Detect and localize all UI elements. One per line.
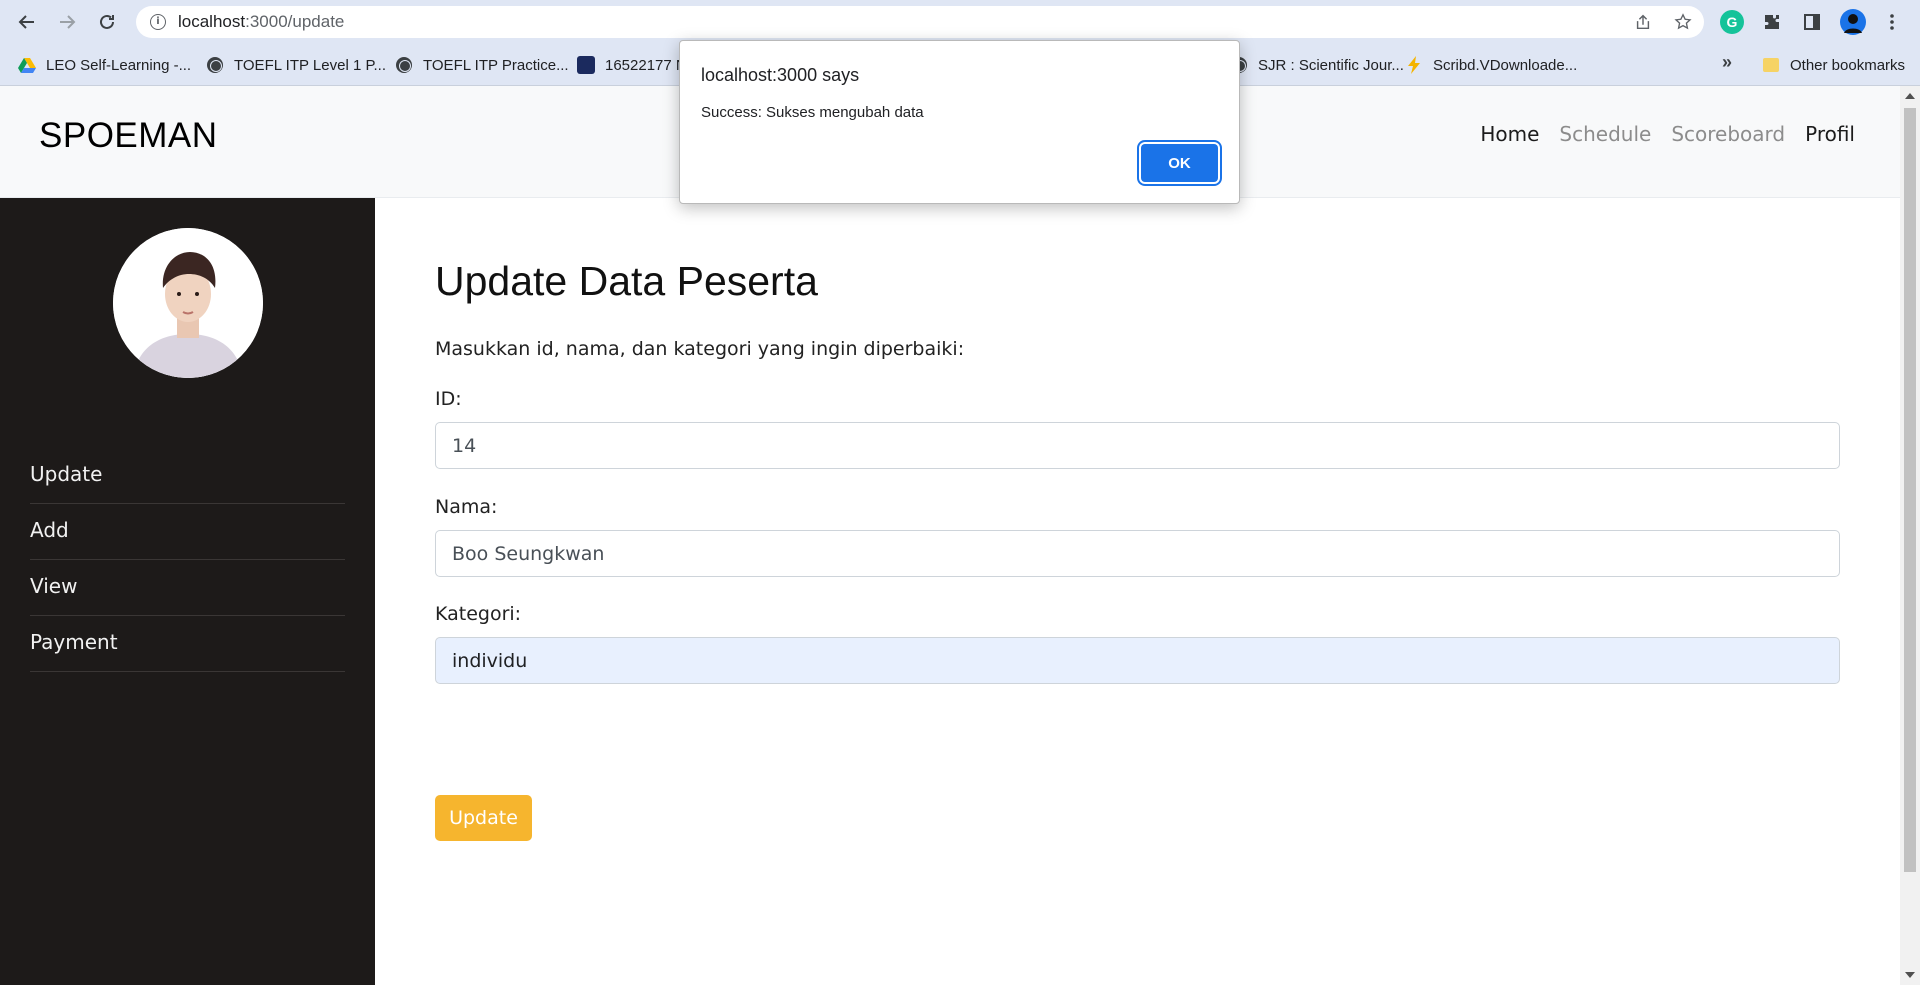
- bookmark-item[interactable]: Scribd.VDownloade...: [1405, 54, 1577, 76]
- bookmark-label: TOEFL ITP Level 1 P...: [234, 56, 387, 74]
- browser-toolbar: i localhost:3000/update G: [0, 0, 1920, 44]
- sidebar-item-add[interactable]: Add: [30, 504, 345, 560]
- user-portrait-icon: [113, 228, 263, 378]
- browser-menu-icon[interactable]: [1880, 10, 1904, 34]
- sidebar-item-view[interactable]: View: [30, 560, 345, 616]
- url-text[interactable]: localhost:3000/update: [178, 12, 344, 32]
- sidebar-menu: Update Add View Payment: [30, 448, 345, 672]
- nav-schedule[interactable]: Schedule: [1559, 122, 1651, 146]
- top-nav: Home Schedule Scoreboard Profil: [1480, 122, 1855, 146]
- site-info-icon[interactable]: i: [150, 14, 166, 30]
- profile-avatar-icon[interactable]: [1840, 9, 1866, 35]
- drive-icon: [18, 56, 36, 74]
- bookmark-label: LEO Self-Learning -...: [46, 56, 192, 74]
- nav-home[interactable]: Home: [1480, 122, 1539, 146]
- page-scrollbar[interactable]: [1900, 86, 1920, 985]
- other-bookmarks-label: Other bookmarks: [1790, 56, 1906, 74]
- side-panel-icon[interactable]: [1800, 10, 1824, 34]
- sidebar: Update Add View Payment: [0, 198, 375, 985]
- grammarly-extension-icon[interactable]: G: [1720, 10, 1744, 34]
- dialog-message: Success: Sukses mengubah data: [701, 104, 924, 121]
- share-icon[interactable]: [1632, 11, 1654, 33]
- nav-profil[interactable]: Profil: [1805, 122, 1855, 146]
- address-bar[interactable]: i localhost:3000/update: [136, 6, 1704, 38]
- reload-icon[interactable]: [94, 9, 120, 35]
- form-description: Masukkan id, nama, dan kategori yang ing…: [435, 338, 965, 360]
- id-label: ID:: [435, 388, 462, 410]
- globe-icon: [206, 56, 224, 74]
- dialog-title: localhost:3000 says: [701, 65, 860, 85]
- nav-scoreboard[interactable]: Scoreboard: [1671, 122, 1785, 146]
- extensions-puzzle-icon[interactable]: [1760, 10, 1784, 34]
- kategori-field[interactable]: [435, 637, 1840, 684]
- bookmark-label: Scribd.VDownloade...: [1433, 56, 1578, 74]
- bookmark-label: SJR : Scientific Jour...: [1258, 56, 1404, 74]
- kategori-label: Kategori:: [435, 603, 522, 625]
- sidebar-item-update[interactable]: Update: [30, 448, 345, 504]
- bookmark-item[interactable]: 16522177 N: [577, 54, 687, 76]
- bookmark-label: 16522177 N: [605, 56, 687, 74]
- nama-field[interactable]: [435, 530, 1840, 577]
- id-field[interactable]: [435, 422, 1840, 469]
- back-icon[interactable]: [14, 9, 40, 35]
- bookmark-item[interactable]: TOEFL ITP Practice...: [395, 54, 569, 76]
- grammarly-letter: G: [1726, 14, 1738, 30]
- bookmark-item[interactable]: SJR : Scientific Jour...: [1230, 54, 1404, 76]
- bookmark-label: TOEFL ITP Practice...: [423, 56, 569, 74]
- scroll-down-arrow-icon[interactable]: [1905, 972, 1915, 978]
- lightning-icon: [1405, 56, 1423, 74]
- folder-icon: [1762, 56, 1780, 74]
- url-host: localhost: [178, 12, 246, 31]
- url-path: :3000/update: [245, 12, 345, 31]
- page-viewport: SPOEMAN Home Schedule Scoreboard Profil …: [0, 86, 1900, 985]
- sidebar-item-payment[interactable]: Payment: [30, 616, 345, 672]
- scrollbar-thumb[interactable]: [1904, 108, 1916, 872]
- other-bookmarks[interactable]: Other bookmarks: [1762, 54, 1905, 76]
- forward-icon[interactable]: [54, 9, 80, 35]
- more-bookmarks-chevron-icon[interactable]: »: [1722, 52, 1732, 73]
- page-title: Update Data Peserta: [435, 258, 818, 304]
- avatar: [113, 228, 263, 378]
- bookmark-item[interactable]: LEO Self-Learning -...: [18, 54, 191, 76]
- dialog-ok-button[interactable]: OK: [1141, 144, 1218, 182]
- update-button[interactable]: Update: [435, 795, 532, 841]
- bookmark-star-icon[interactable]: [1672, 11, 1694, 33]
- site-brand[interactable]: SPOEMAN: [39, 116, 218, 156]
- alert-dialog: localhost:3000 says Success: Sukses meng…: [679, 40, 1240, 204]
- globe-icon: [395, 56, 413, 74]
- grid-icon: [577, 56, 595, 74]
- scroll-up-arrow-icon[interactable]: [1905, 93, 1915, 99]
- bookmark-item[interactable]: TOEFL ITP Level 1 P...: [206, 54, 386, 76]
- nama-label: Nama:: [435, 496, 498, 518]
